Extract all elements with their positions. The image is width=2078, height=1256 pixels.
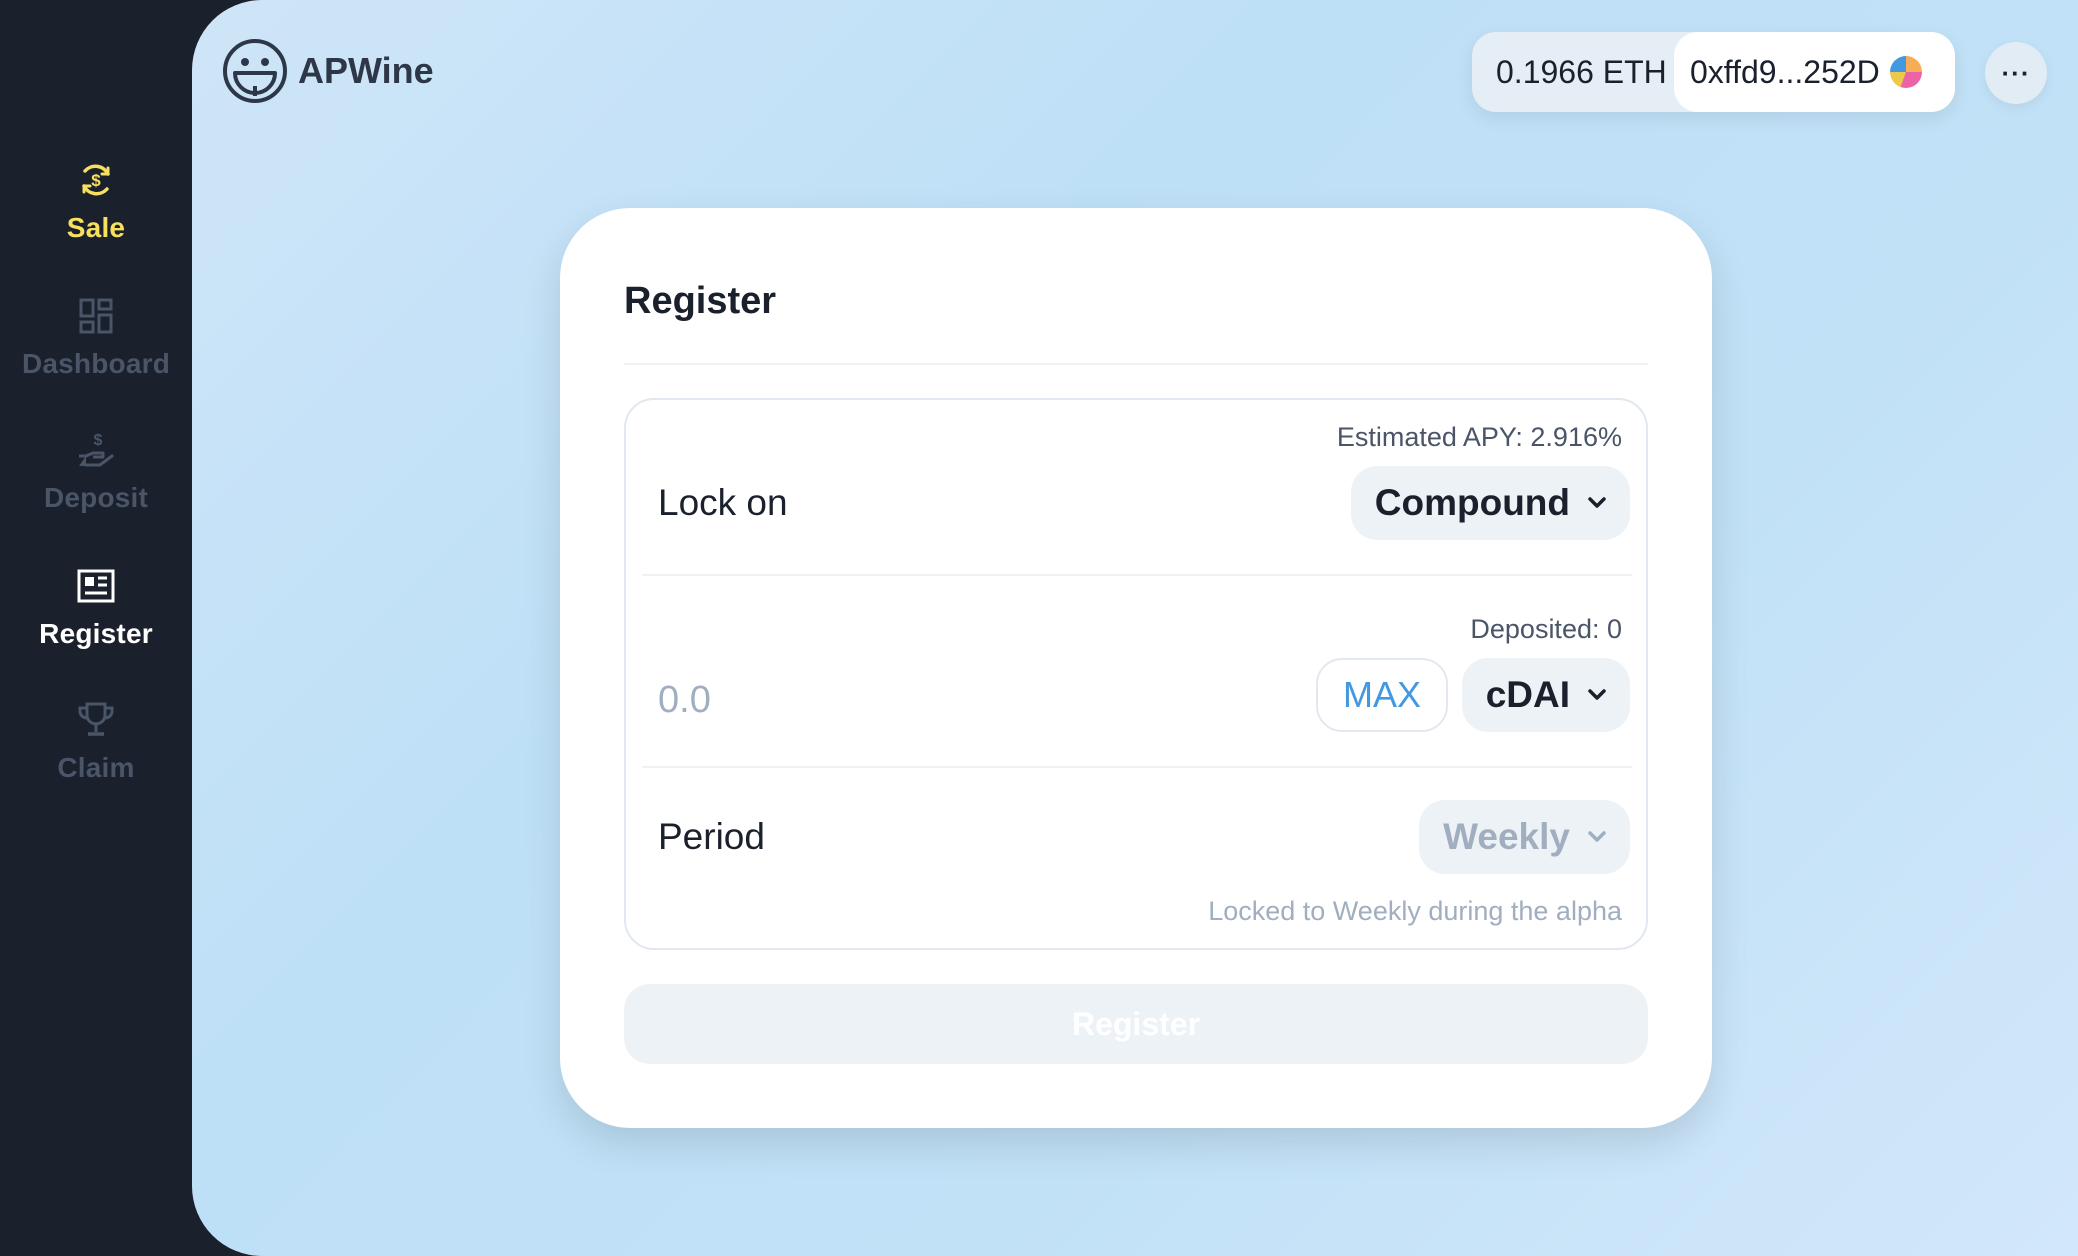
protocol-select-value: Compound [1374, 482, 1570, 523]
divider [624, 363, 1648, 365]
chevron-down-icon [1588, 497, 1606, 508]
row-divider [642, 574, 1632, 576]
chevron-down-icon [1588, 831, 1606, 842]
wallet-widget: 0.1966 ETH 0xffd9...252D [1472, 32, 1955, 112]
sidebar-item-claim[interactable]: Claim [0, 700, 192, 810]
register-button[interactable]: Register [624, 984, 1648, 1064]
dashboard-icon [79, 298, 113, 334]
register-card: Register Estimated APY: 2.916% Lock on C… [560, 208, 1712, 1128]
brand-name: APWine [298, 50, 434, 91]
period-select[interactable]: Weekly [1419, 800, 1630, 874]
sidebar-item-label: Dashboard [21, 348, 171, 379]
sidebar-item-register[interactable]: Register [0, 566, 192, 676]
register-form: Estimated APY: 2.916% Lock on Compound D… [624, 398, 1648, 950]
chevron-down-icon [1588, 689, 1606, 700]
amount-input[interactable] [658, 670, 1218, 730]
period-label: Period [658, 816, 765, 857]
sidebar-item-dashboard[interactable]: Dashboard [0, 296, 192, 406]
account-button[interactable]: 0xffd9...252D [1674, 32, 1955, 112]
avatar [1889, 56, 1922, 88]
newspaper-icon [77, 569, 115, 603]
sidebar-item-label: Register [39, 618, 153, 649]
token-select-value: cDAI [1485, 674, 1570, 715]
protocol-select[interactable]: Compound [1350, 466, 1630, 540]
sidebar-item-sale[interactable]: $ Sale [0, 160, 192, 270]
apy-hint: Estimated APY: 2.916% [1336, 422, 1622, 452]
sidebar-item-label: Deposit [43, 482, 149, 513]
svg-text:$: $ [91, 171, 101, 190]
ellipsis-icon: ··· [2001, 57, 2031, 88]
period-note: Locked to Weekly during the alpha [1208, 896, 1622, 926]
deposited-hint: Deposited: 0 [1470, 614, 1622, 644]
apwine-logo-icon [223, 39, 287, 103]
token-select[interactable]: cDAI [1461, 658, 1630, 732]
row-divider [642, 766, 1632, 768]
sidebar: $ Sale Dashboard $ Deposit Register Clai… [0, 0, 192, 1256]
svg-text:$: $ [94, 432, 103, 449]
sidebar-item-label: Claim [57, 752, 135, 783]
card-title: Register [624, 280, 777, 322]
more-options-button[interactable]: ··· [1985, 42, 2047, 104]
hand-dollar-icon: $ [79, 432, 114, 467]
dollar-cycle-icon: $ [82, 164, 110, 196]
main-content: APWine 0.1966 ETH 0xffd9...252D ··· Regi… [192, 0, 2078, 1256]
lock-on-label: Lock on [658, 482, 788, 523]
brand[interactable]: APWine [222, 38, 434, 104]
period-select-value: Weekly [1443, 816, 1570, 857]
trophy-icon [78, 702, 114, 736]
max-button[interactable]: MAX [1316, 658, 1448, 732]
sidebar-item-deposit[interactable]: $ Deposit [0, 430, 192, 540]
sidebar-item-label: Sale [66, 212, 126, 243]
eth-balance: 0.1966 ETH [1496, 53, 1667, 90]
wallet-address: 0xffd9...252D [1690, 53, 1880, 90]
